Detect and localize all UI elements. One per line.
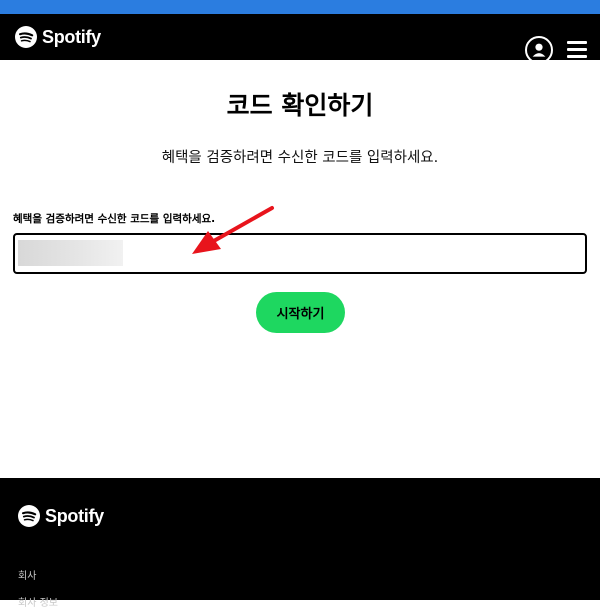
start-button[interactable]: 시작하기: [256, 292, 345, 333]
code-field-label: 혜택을 검증하려면 수신한 코드를 입력하세요.: [13, 213, 216, 225]
page-footer: Spotify 회사 회사 정보: [0, 478, 600, 609]
hamburger-menu-icon: [567, 41, 587, 44]
red-arrow-annotation-icon: [192, 206, 274, 254]
top-navigation-bar: Spotify: [0, 14, 600, 64]
profile-button[interactable]: [525, 36, 553, 64]
footer-spotify-logo[interactable]: Spotify: [18, 505, 104, 527]
spotify-logo-icon: [18, 505, 40, 527]
footer-link-company-info[interactable]: 회사 정보: [18, 594, 58, 609]
redacted-code-value: [18, 240, 123, 266]
user-icon: [532, 43, 546, 57]
spotify-logo[interactable]: Spotify: [15, 26, 101, 48]
logo-wordmark: Spotify: [42, 26, 101, 47]
page-title: 코드 확인하기: [226, 91, 374, 120]
hamburger-menu-button[interactable]: [567, 41, 587, 59]
page-subtitle: 혜택을 검증하려면 수신한 코드를 입력하세요.: [161, 150, 439, 166]
spotify-logo-icon: [15, 26, 37, 48]
footer-logo-wordmark: Spotify: [45, 505, 104, 526]
browser-top-strip: [0, 0, 600, 14]
footer-section-heading: 회사: [18, 571, 37, 582]
